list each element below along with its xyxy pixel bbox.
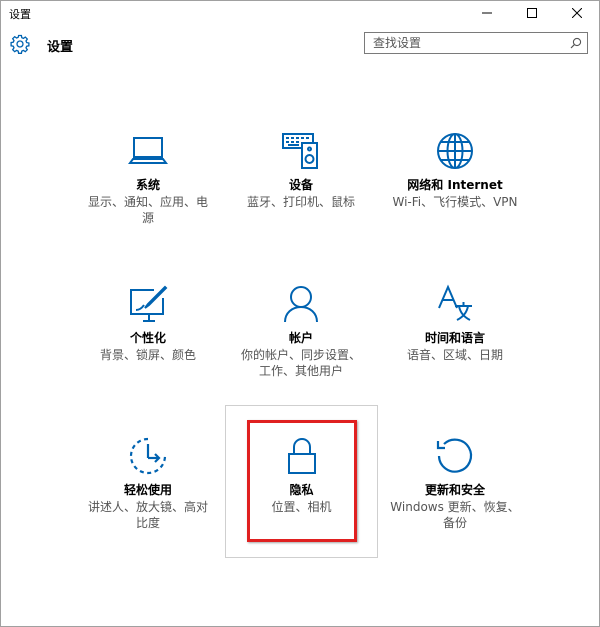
settings-window: 设置 设置 系统 显示、通知、应用、电源 [0,0,600,627]
laptop-icon [128,137,168,164]
tile-name: 隐私 [289,483,314,497]
search-input[interactable] [365,33,569,53]
tile-description: 你的帐户、同步设置、工作、其他用户 [240,348,361,378]
tile-name: 设备 [288,178,313,192]
page-title: 设置 [47,40,74,55]
tile-devices[interactable]: 设备 蓝牙、打印机、鼠标 [226,101,376,251]
tile-name: 时间和语言 [424,331,485,345]
title-bar[interactable]: 设置 [1,1,599,25]
update-icon [436,438,473,473]
tile-description: 位置、相机 [271,500,332,514]
tile-description: 显示、通知、应用、电源 [87,195,208,225]
minimize-icon [482,12,492,14]
tile-update-security[interactable]: 更新和安全 Windows 更新、恢复、备份 [380,406,530,556]
tile-description: 蓝牙、打印机、鼠标 [246,195,355,209]
devices-icon [282,133,318,169]
minimize-button[interactable] [464,1,510,25]
tile-description: Windows 更新、恢复、备份 [390,500,520,530]
tile-name: 个性化 [129,331,166,345]
tile-name: 帐户 [288,331,313,345]
tile-name: 系统 [135,178,160,192]
window-title: 设置 [9,8,31,21]
ease-of-access-icon [129,437,167,475]
personalization-icon [130,285,168,322]
maximize-button[interactable] [509,1,555,25]
lock-icon [287,438,316,474]
close-button[interactable] [554,1,600,25]
search-box[interactable] [364,32,588,54]
tile-ease-of-access[interactable]: 轻松使用 讲述人、放大镜、高对比度 [73,406,223,556]
tile-name: 网络和 Internet [407,178,503,192]
close-icon [572,8,582,18]
tile-description: 讲述人、放大镜、高对比度 [87,500,208,530]
tile-name: 轻松使用 [123,483,172,497]
gear-icon [10,34,30,54]
tile-name: 更新和安全 [424,483,485,497]
search-icon[interactable] [570,37,582,49]
maximize-icon [527,8,537,18]
tile-time-language[interactable]: 时间和语言 语音、区域、日期 [380,254,530,404]
globe-icon [437,133,473,169]
person-icon [284,286,318,323]
tile-privacy[interactable]: 隐私 位置、相机 [225,405,378,558]
tile-system[interactable]: 系统 显示、通知、应用、电源 [73,101,223,251]
tile-description: 语音、区域、日期 [406,348,503,362]
tile-accounts[interactable]: 帐户 你的帐户、同步设置、工作、其他用户 [226,254,376,404]
tile-description: 背景、锁屏、颜色 [99,348,196,362]
tile-description: Wi-Fi、飞行模式、VPN [392,195,518,209]
time-language-icon [438,284,472,321]
tile-network[interactable]: 网络和 Internet Wi-Fi、飞行模式、VPN [380,101,530,251]
tile-personalization[interactable]: 个性化 背景、锁屏、颜色 [73,254,223,404]
